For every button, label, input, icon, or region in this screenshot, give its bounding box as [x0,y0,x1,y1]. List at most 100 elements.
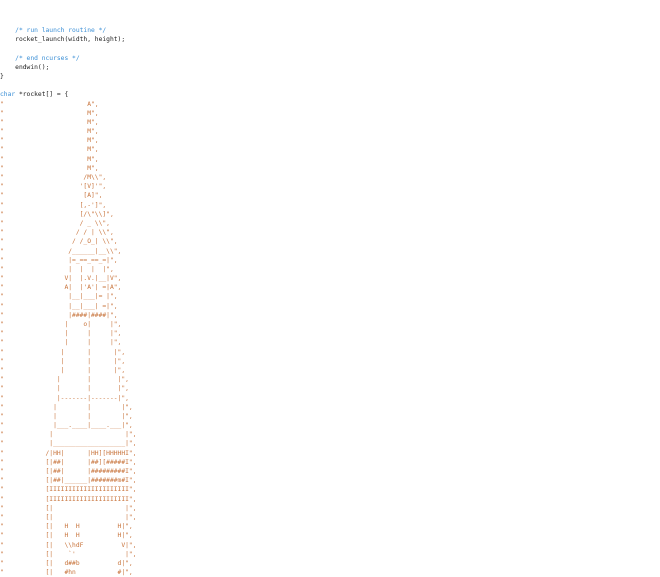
code-token: " [|##| |#########I", [0,468,137,475]
code-line: " M", [0,136,660,145]
code-token: " | | |", [0,330,122,338]
code-line: " /M\\", [0,173,660,182]
code-line: " | o| |", [0,320,660,329]
code-line: " | | |", [0,366,660,375]
code-line: " |####|####|", [0,311,660,320]
code-token: " |####|####|", [0,311,118,319]
code-line: " / / | \\", [0,228,660,237]
code-token: " A| |'A'| =|A", [0,284,122,292]
code-line: " / _ \\", [0,219,660,228]
code-line: " | | | |", [0,265,660,274]
code-line: } [0,72,660,81]
code-line: " [|##| |#########I", [0,467,660,476]
code-token: " | o| |", [0,321,122,328]
code-token: /* end ncurses */ [15,54,80,62]
code-token: " |__|___| =|", [0,302,118,310]
code-token: " |=_==_==_=|", [0,256,118,264]
code-line: " |___________________|", [0,439,660,448]
code-token: " /|HH| |HH][HHHHHI", [0,449,137,457]
code-line: " M", [0,109,660,118]
code-line: " | | |", [0,357,660,366]
code-line: /* end ncurses */ [0,54,660,63]
code-line: " [|##|______|#######m#I", [0,476,660,485]
code-token: " | | |", [0,376,129,384]
code-line: " '[V]'", [0,182,660,191]
code-token: " [| H H H|", [0,532,133,540]
code-token: *rocket[] = { [15,91,69,99]
code-token: " [A]", [0,192,103,200]
code-token: rocket_launch(width, height); [0,36,126,44]
code-token: " |___________________|", [0,440,137,448]
code-token: " / _ \\", [0,219,110,227]
code-line: " M", [0,145,660,154]
code-line: " / /_O_| \\", [0,237,660,246]
code-line: " /______|__\\", [0,247,660,256]
code-token: " [|##| |##][#####I", [0,458,137,466]
code-line: " |=_==_==_=|", [0,256,660,265]
code-line: endwin(); [0,63,660,72]
code-line: " [/\"\\]", [0,210,660,219]
code-token: " |-------|-------|", [0,394,129,402]
code-line: rocket_launch(width, height); [0,35,660,44]
code-line: " M", [0,155,660,164]
code-line: " [| |", [0,513,660,522]
code-line: " | | |", [0,329,660,338]
code-line: " |___.____|____.___|", [0,421,660,430]
code-line: " V| |.V.|__|V", [0,274,660,283]
code-line: " [| d##b d|", [0,559,660,568]
code-line: " [,-']", [0,201,660,210]
code-line: " | | |", [0,412,660,421]
code-line: " |-------|-------|", [0,394,660,403]
code-token: " /______|__\\", [0,247,122,255]
code-token: " V| |.V.|__|V", [0,275,122,283]
code-line: " A| |'A'| =|A", [0,283,660,292]
code-token: " M", [0,164,99,172]
code-line: " [| `' |", [0,550,660,559]
code-token: " | | |", [0,412,133,420]
code-token: " / /_O_| \\", [0,238,118,246]
code-line: " [| \\hdF V|", [0,541,660,550]
code-token: " [| #hn #|", [0,569,133,577]
code-token: " [IIIIIIIIIIIIIIIIIIIII", [0,486,137,494]
code-line: " | | |", [0,403,660,412]
code-line: " M", [0,164,660,173]
code-line: " [| #hn #|", [0,568,660,577]
code-token: " [| \\hdF V|", [0,541,137,549]
code-token: " | | |", [0,348,126,356]
code-token: " [,-']", [0,201,107,209]
code-token: " '[V]'", [0,183,107,191]
code-editor[interactable]: /* run launch routine */ rocket_launch(w… [0,26,660,577]
code-token: " M", [0,118,99,126]
code-token: " M", [0,137,99,145]
code-line: " [IIIIIIIIIIIIIIIIIIIII", [0,485,660,494]
code-token: " /M\\", [0,174,107,181]
code-line: " | | |", [0,384,660,393]
code-token: " M", [0,155,99,163]
code-line: " /|HH| |HH][HHHHHI", [0,449,660,458]
code-line: " |__|___| =|", [0,302,660,311]
code-token: " A", [0,100,99,108]
code-token: /* run launch routine */ [15,27,107,34]
code-line: " [IIIIIIIIIIIIIIIIIIIII", [0,495,660,504]
code-token: " [|##|______|#######m#I", [0,477,137,485]
code-token: " [| d##b d|", [0,559,133,567]
code-line: " |__|___|= |", [0,292,660,301]
code-line: char *rocket[] = { [0,90,660,99]
code-token: " [| |", [0,513,137,521]
code-token: " [| |", [0,504,137,512]
code-line: " [A]", [0,191,660,200]
code-token: " |___.____|____.___|", [0,422,133,430]
code-line: " A", [0,100,660,109]
code-line: " M", [0,118,660,127]
code-token: " M", [0,146,99,154]
code-line: " | | |", [0,375,660,384]
code-token: " | |", [0,431,137,439]
code-line: /* run launch routine */ [0,26,660,35]
code-token: endwin(); [0,63,50,71]
code-token: " | | |", [0,339,122,347]
code-line: " | |", [0,430,660,439]
